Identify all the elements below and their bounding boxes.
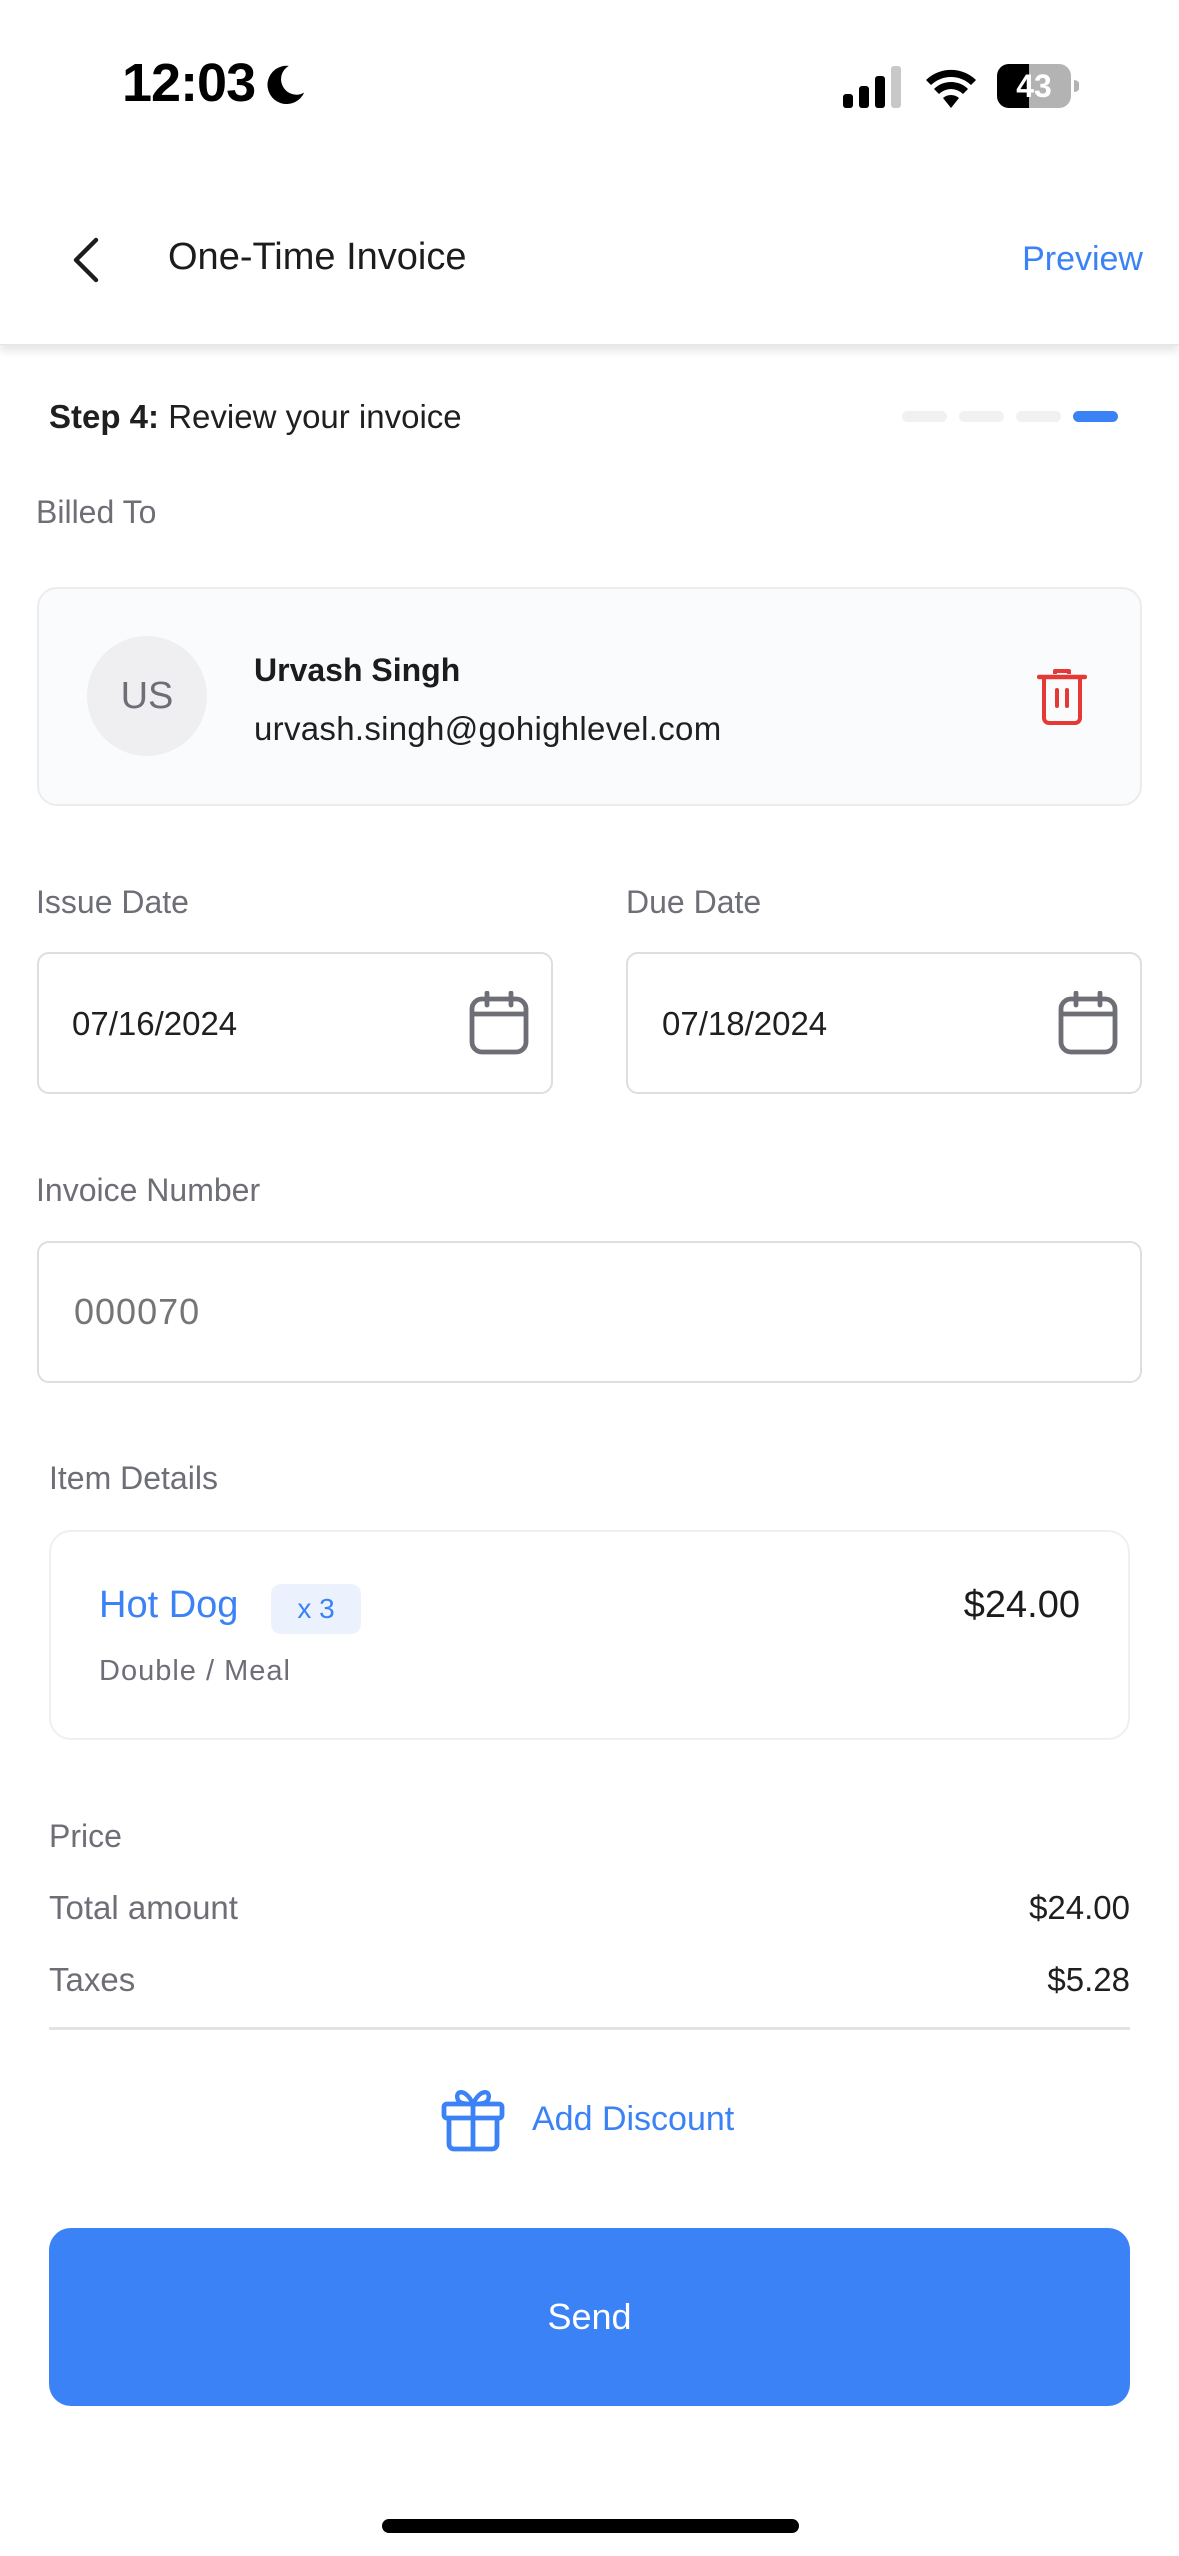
- taxes-value: $5.28: [1047, 1961, 1130, 1998]
- step-progress: [902, 411, 1118, 422]
- page-title: One-Time Invoice: [168, 236, 467, 278]
- client-email: urvash.singh@gohighlevel.com: [254, 710, 722, 747]
- price-divider: [49, 2027, 1130, 2030]
- back-button[interactable]: [58, 228, 114, 292]
- step-dash-3: [1016, 411, 1061, 422]
- wifi-icon: [926, 69, 976, 108]
- item-price: $24.00: [963, 1584, 1080, 1626]
- send-button[interactable]: Send: [49, 2228, 1130, 2406]
- price-label: Price: [49, 1818, 122, 1854]
- step-number: Step 4:: [49, 398, 160, 435]
- gift-icon: [441, 2090, 505, 2152]
- chevron-left-icon: [73, 237, 99, 283]
- due-date-value: 07/18/2024: [662, 1005, 828, 1042]
- moon-icon: [267, 65, 305, 105]
- calendar-icon[interactable]: [469, 991, 529, 1055]
- line-item-card[interactable]: [49, 1530, 1130, 1740]
- invoice-number-input[interactable]: [37, 1241, 1142, 1383]
- taxes-label: Taxes: [49, 1961, 136, 1998]
- item-details-label: Item Details: [49, 1460, 218, 1496]
- step-dash-2: [959, 411, 1004, 422]
- total-amount-label: Total amount: [49, 1889, 238, 1926]
- issue-date-label: Issue Date: [36, 884, 189, 920]
- issue-date-value: 07/16/2024: [72, 1005, 238, 1042]
- avatar: US: [87, 636, 207, 756]
- trash-icon: [1036, 669, 1088, 725]
- status-time: 12:03: [122, 53, 256, 113]
- cellular-signal-icon: [843, 66, 901, 108]
- calendar-icon[interactable]: [1058, 991, 1118, 1055]
- item-name: Hot Dog: [99, 1584, 239, 1626]
- step-dash-1: [902, 411, 947, 422]
- client-name: Urvash Singh: [254, 652, 461, 688]
- step-description: Review your invoice: [159, 398, 462, 435]
- delete-client-button[interactable]: [1036, 668, 1088, 726]
- step-dash-4-active: [1073, 411, 1118, 422]
- add-discount-label: Add Discount: [532, 2099, 735, 2138]
- add-discount-button[interactable]: Add Discount: [440, 2086, 734, 2152]
- battery-level: 43: [1016, 67, 1052, 104]
- home-indicator: [382, 2519, 799, 2533]
- send-button-label: Send: [547, 2296, 632, 2337]
- item-variant: Double / Meal: [99, 1655, 291, 1687]
- quantity-badge: x 3: [271, 1584, 361, 1634]
- step-indicator-text: Step 4: Review your invoice: [49, 398, 462, 436]
- total-amount-value: $24.00: [1029, 1889, 1130, 1926]
- due-date-label: Due Date: [626, 884, 762, 920]
- battery-icon: 43: [997, 64, 1080, 108]
- preview-button[interactable]: Preview: [1022, 240, 1143, 279]
- billed-to-label: Billed To: [36, 494, 157, 530]
- invoice-number-label: Invoice Number: [36, 1172, 261, 1208]
